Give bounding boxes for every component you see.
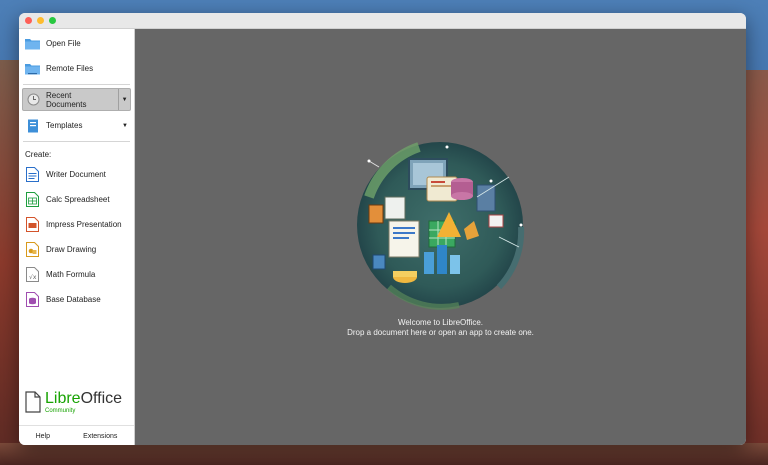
templates-dropdown-arrow-icon[interactable]: ▼ [122, 123, 128, 129]
draw-drawing-label: Draw Drawing [46, 245, 97, 254]
desktop-bottom [0, 443, 768, 465]
maximize-button[interactable] [49, 17, 56, 24]
writer-document-label: Writer Document [46, 170, 106, 179]
svg-text:√x: √x [29, 274, 37, 281]
folder-icon [25, 36, 40, 51]
welcome-line-2: Drop a document here or open an app to c… [347, 328, 534, 337]
welcome-line-1: Welcome to LibreOffice. [397, 318, 484, 327]
impress-icon [25, 217, 40, 232]
math-formula-button[interactable]: √x Math Formula [19, 262, 134, 287]
title-bar [19, 13, 746, 29]
recent-documents-label: Recent Documents [46, 90, 87, 109]
document-logo-icon [25, 391, 41, 413]
math-formula-label: Math Formula [46, 270, 96, 279]
welcome-message: Welcome to LibreOffice. Drop a document … [135, 318, 746, 338]
writer-icon [25, 167, 40, 182]
logo-wordmark: LibreOffice [45, 391, 122, 407]
sidebar-footer: Help Extensions [19, 425, 134, 445]
close-button[interactable] [25, 17, 32, 24]
open-file-button[interactable]: Open File [19, 31, 134, 56]
logo-office: Office [80, 390, 123, 407]
recent-documents-button[interactable]: Recent Documents ▼ [22, 88, 131, 111]
create-heading: Create: [25, 150, 52, 159]
logo-libre: Libre [45, 390, 81, 407]
separator [23, 141, 130, 142]
help-button[interactable]: Help [36, 433, 50, 440]
start-center-window: Open File Remote Files Recent Documents … [19, 13, 746, 445]
remote-files-label: Remote Files [46, 64, 94, 73]
calc-spreadsheet-label: Calc Spreadsheet [46, 195, 110, 204]
base-database-label: Base Database [46, 295, 101, 304]
impress-presentation-button[interactable]: Impress Presentation [19, 212, 134, 237]
drop-area[interactable]: Welcome to LibreOffice. Drop a document … [135, 29, 746, 445]
open-file-label: Open File [46, 39, 81, 48]
sidebar: Open File Remote Files Recent Documents … [19, 29, 135, 445]
separator [23, 84, 130, 85]
desktop-right [744, 70, 768, 465]
libreoffice-logo: LibreOffice Community [25, 391, 122, 414]
impress-presentation-label: Impress Presentation [46, 220, 122, 229]
clock-icon [26, 92, 41, 107]
minimize-button[interactable] [37, 17, 44, 24]
calc-spreadsheet-button[interactable]: Calc Spreadsheet [19, 187, 134, 212]
draw-drawing-button[interactable]: Draw Drawing [19, 237, 134, 262]
templates-button[interactable]: Templates ▼ [19, 113, 134, 138]
writer-document-button[interactable]: Writer Document [19, 162, 134, 187]
templates-label: Templates [46, 121, 83, 130]
recent-dropdown-arrow-icon[interactable]: ▼ [118, 89, 130, 110]
cloud-folder-icon [25, 61, 40, 76]
template-icon [25, 118, 40, 133]
remote-files-button[interactable]: Remote Files [19, 56, 134, 81]
calc-icon [25, 192, 40, 207]
welcome-illustration [357, 142, 525, 310]
base-database-button[interactable]: Base Database [19, 287, 134, 312]
math-icon: √x [25, 267, 40, 282]
extensions-button[interactable]: Extensions [83, 433, 117, 440]
logo-community: Community [45, 408, 76, 414]
base-icon [25, 292, 40, 307]
draw-icon [25, 242, 40, 257]
